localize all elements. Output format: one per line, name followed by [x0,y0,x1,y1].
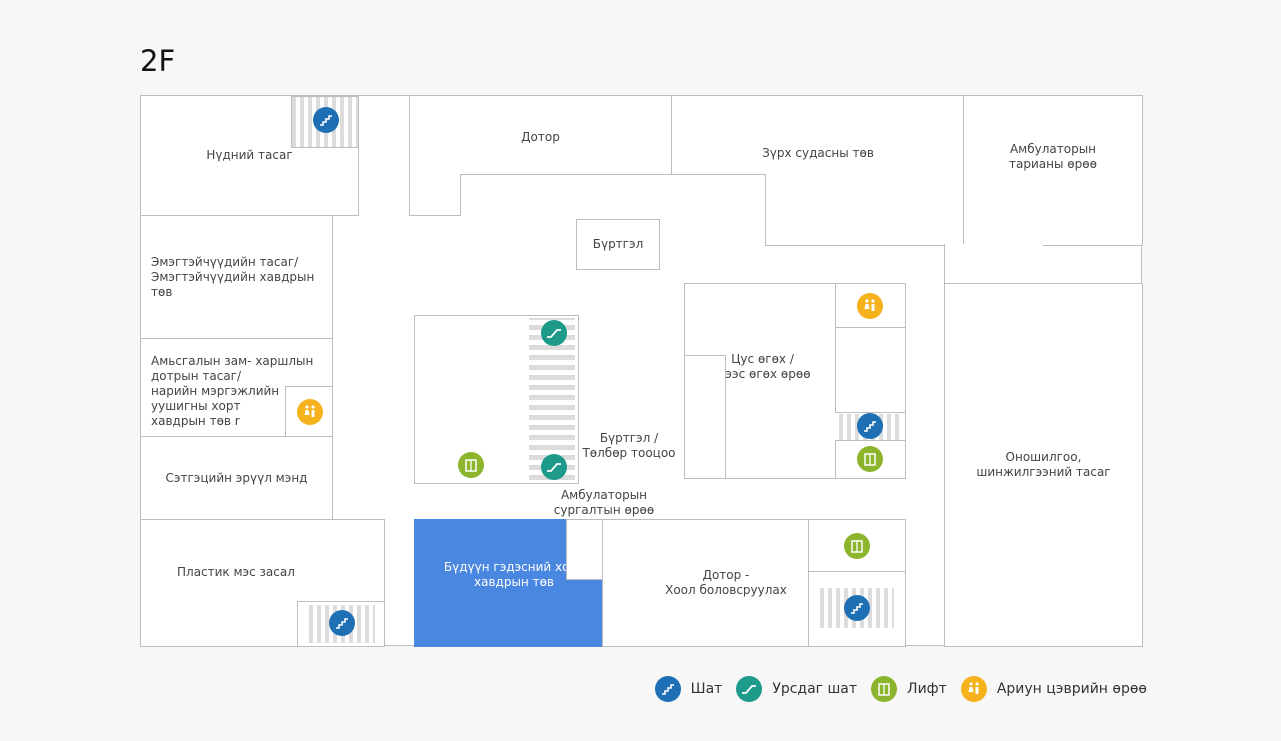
room-cardio-ext [765,174,965,246]
legend-label: Шат [690,681,723,697]
room-diagnostics[interactable]: Оношилгоо, шинжилгээний тасаг [944,283,1143,647]
room-mental[interactable]: Сэтгэцийн эрүүл мэнд [140,436,333,521]
room-diagnostics-top [944,244,1043,284]
elevator-icon[interactable] [844,533,870,559]
legend: Шат Урсдаг шат Лифт Ариун цэврийн өрөө [654,676,1147,702]
room-vaccine[interactable]: Амбулаторын тарианы өрөө [963,95,1143,246]
blood-mid [835,327,906,413]
elevator-icon[interactable] [857,446,883,472]
stairs-icon[interactable] [844,595,870,621]
escalator-icon [736,676,763,702]
restroom-icon[interactable] [857,293,883,319]
blood-side [684,355,726,479]
legend-restroom: Ариун цэврийн өрөө [960,676,1147,702]
stairs-icon[interactable] [329,610,355,636]
stairs-icon[interactable] [313,107,339,133]
legend-elevator: Лифт [871,676,947,702]
legend-label: Ариун цэврийн өрөө [996,681,1147,697]
legend-label: Урсдаг шат [772,681,858,697]
stairs-icon[interactable] [857,413,883,439]
room-gyn[interactable]: Эмэгтэйчүүдийн тасаг/ Эмэгтэйчүүдийн хав… [140,215,333,339]
escalator-icon[interactable] [541,454,567,480]
floor-plan: Нүдний тасаг Дотор Зүрх судасны төв Амбу… [140,95,1143,647]
restroom-icon[interactable] [297,399,323,425]
room-internal-gi[interactable]: Дотор - Хоол боловсруулах [602,519,810,647]
floor-label: 2F [140,44,176,78]
legend-stairs: Шат [654,676,723,702]
label-training: Амбулаторын сургалтын өрөө [553,488,655,517]
legend-label: Лифт [907,681,947,697]
room-internal[interactable]: Дотор [409,95,672,175]
room-internal-ext [409,174,461,216]
elevator-icon[interactable] [458,452,484,478]
escalator-icon[interactable] [541,320,567,346]
label-reg-payment: Бүртгэл / Төлбөр тооцоо [582,431,676,460]
room-registration[interactable]: Бүртгэл [576,219,660,270]
elevator-icon [871,676,898,702]
room-cardio[interactable]: Зүрх судасны төв [671,95,965,175]
stairs-icon [654,676,681,702]
legend-escalator: Урсдаг шат [736,676,857,702]
restroom-icon [960,676,987,702]
